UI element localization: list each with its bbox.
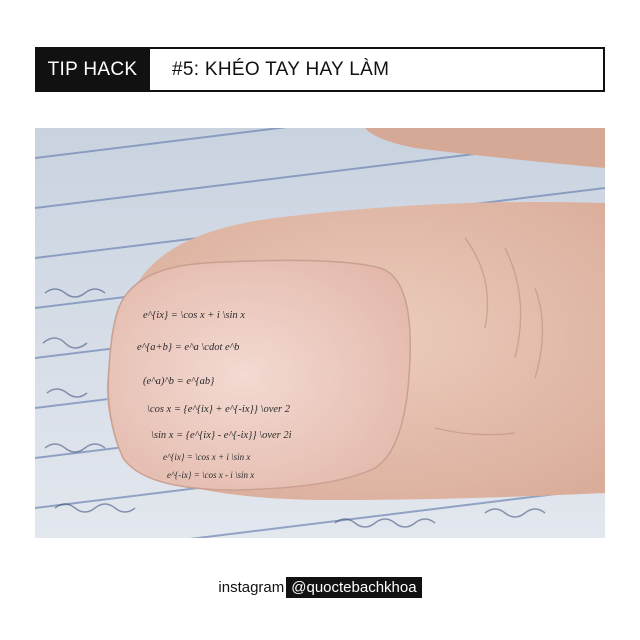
formula-line: e^{ix} = \cos x + i \sin x [163,452,250,462]
post-title: #5: KHÉO TAY HAY LÀM [150,47,605,92]
instagram-label: instagram [218,578,285,596]
formula-line: \sin x = {e^{ix} - e^{-ix}} \over 2i [151,430,292,441]
instagram-credit: instagram @quoctebachkhoa [0,575,640,599]
formula-line: e^{a+b} = e^a \cdot e^b [137,342,239,353]
formula-line: (e^a)^b = e^{ab} [143,376,215,387]
header-bar: TIP HACK #5: KHÉO TAY HAY LÀM [35,47,605,92]
thumb-photo: e^{ix} = \cos x + i \sin x e^{a+b} = e^a… [35,128,605,538]
formula-line: e^{ix} = \cos x + i \sin x [143,310,245,321]
tip-hack-tag: TIP HACK [35,47,150,92]
formula-line: \cos x = {e^{ix} + e^{-ix}} \over 2 [147,404,291,415]
formula-line: e^{-ix} = \cos x - i \sin x [167,470,254,480]
instagram-handle[interactable]: @quoctebachkhoa [286,576,422,598]
